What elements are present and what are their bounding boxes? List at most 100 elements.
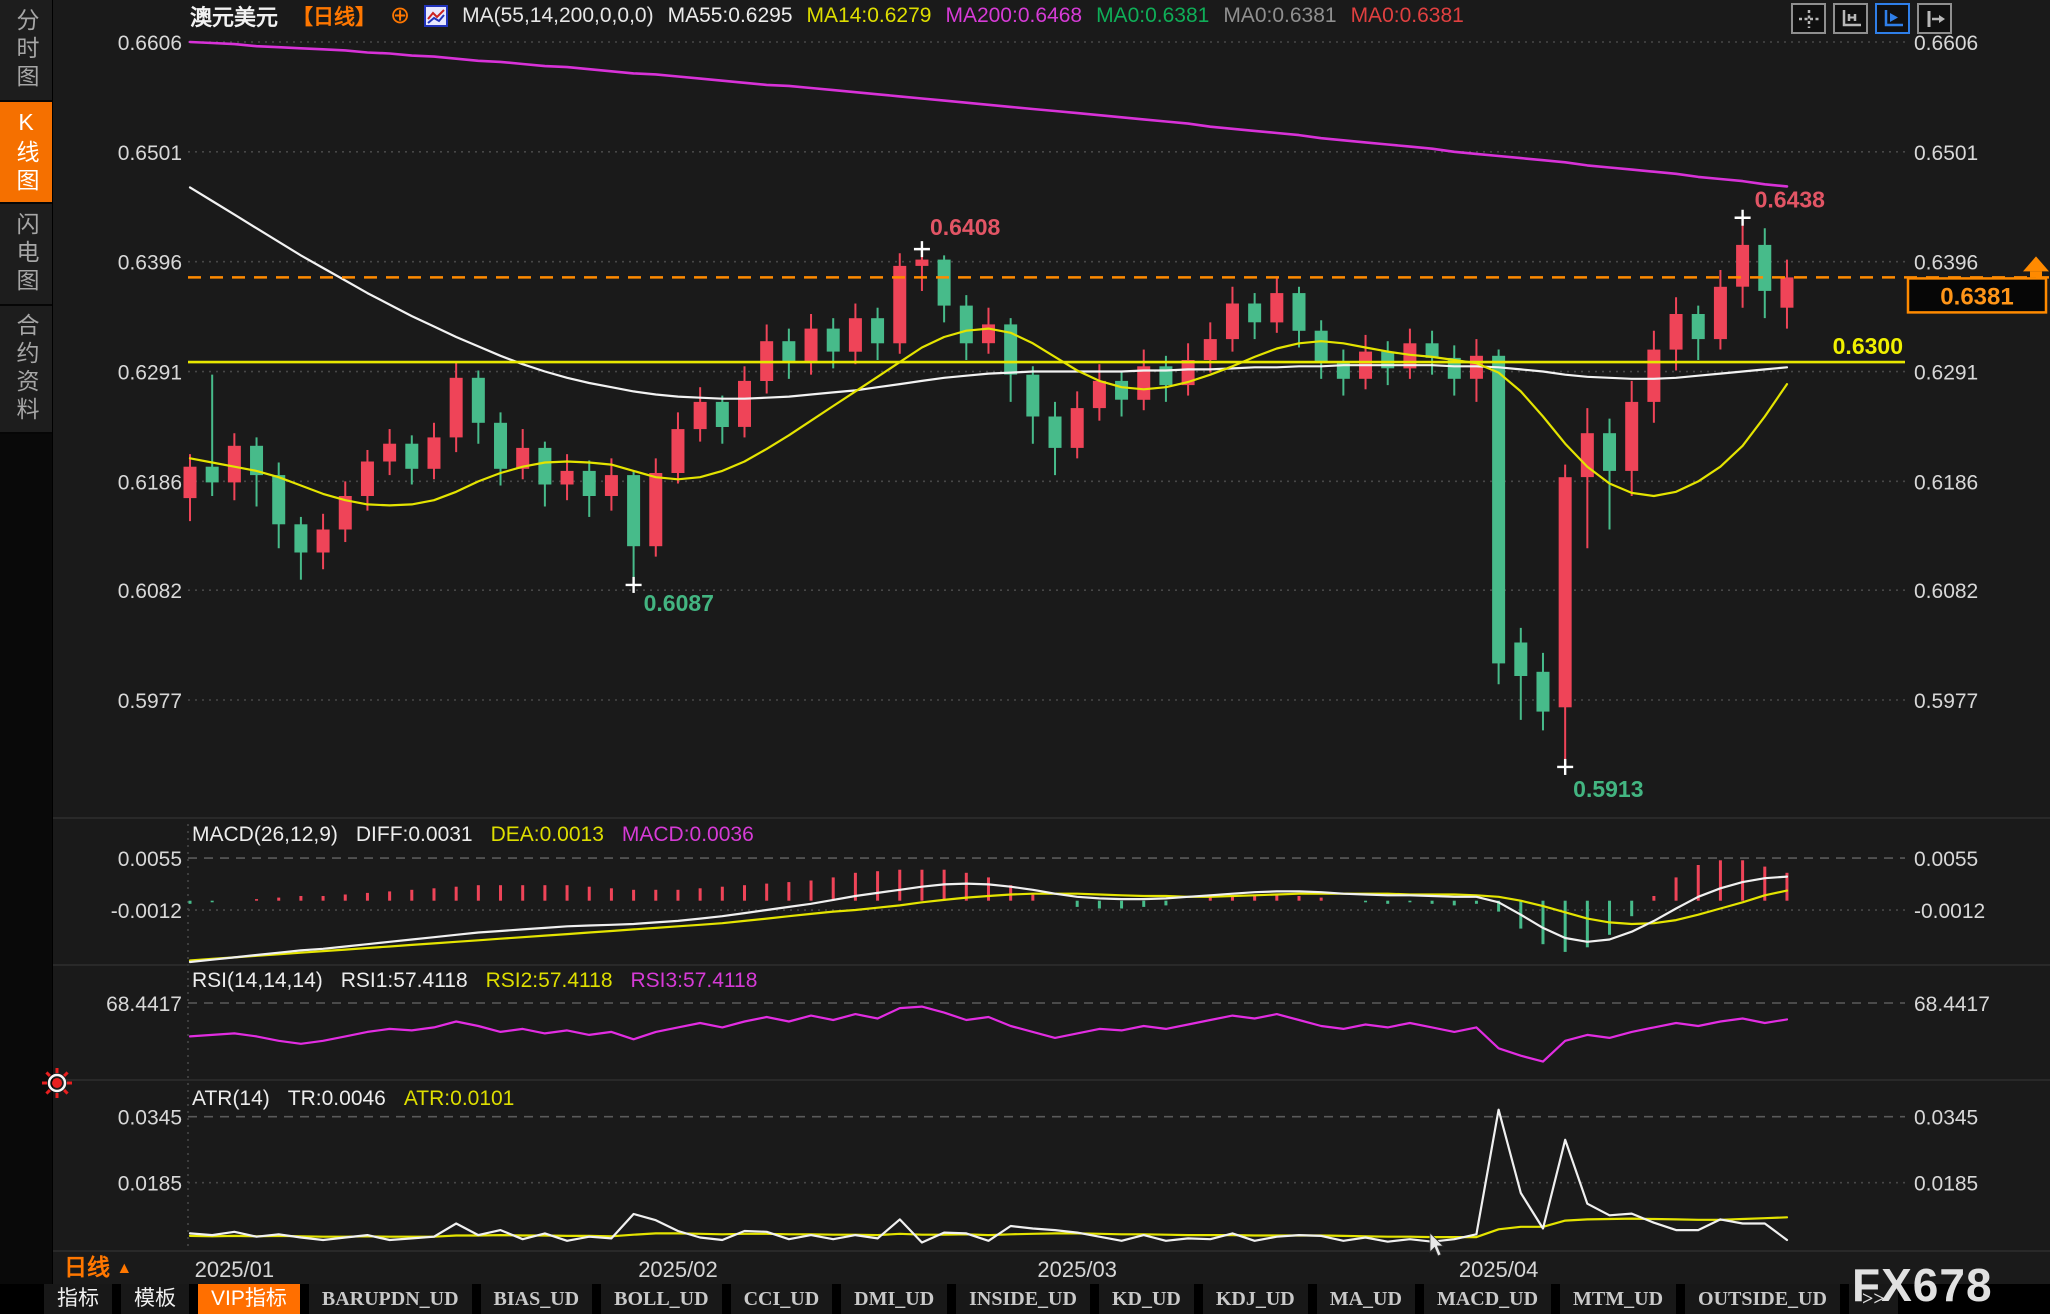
- indicator-tab-12[interactable]: MACD_UD: [1424, 1284, 1551, 1314]
- atr-values: TR:0.0046 ATR:0.0101: [288, 1087, 515, 1111]
- ma-value-1: MA14:0.6279: [807, 4, 932, 28]
- watermark: FX678: [1852, 1258, 1993, 1312]
- chart-text: 2025/02: [638, 1257, 718, 1282]
- atr-title: ATR(14): [192, 1087, 270, 1111]
- indicator-tab-1[interactable]: 模板: [121, 1284, 189, 1314]
- chart-text: 0.6186: [1914, 471, 1978, 494]
- chart-text: 0.0345: [1914, 1107, 1978, 1130]
- move-crosshair-icon[interactable]: [1791, 3, 1826, 34]
- alert-sun-icon[interactable]: [42, 1068, 72, 1103]
- chart-text: 68.4417: [1914, 993, 1990, 1016]
- mini-chart-icon[interactable]: [424, 4, 448, 28]
- indicator-tab-11[interactable]: MA_UD: [1317, 1284, 1415, 1314]
- chart-canvas[interactable]: 0.6606 0.6606 0.6501 0.6501 0.6396 0.6396 0.62…: [0, 0, 2050, 1314]
- ma-value-3: MA0:0.6381: [1096, 4, 1209, 28]
- chart-text: 0.0345: [118, 1107, 182, 1130]
- ma-value-4: MA0:0.6381: [1223, 4, 1336, 28]
- chart-text: 0.6291: [118, 362, 182, 385]
- rsi-title: RSI(14,14,14): [192, 969, 323, 993]
- ma-settings: MA(55,14,200,0,0,0): [462, 4, 653, 28]
- circle-plus-icon[interactable]: ⊕: [390, 5, 410, 27]
- chart-text: 68.4417: [106, 993, 182, 1016]
- indicator-tab-7[interactable]: DMI_UD: [841, 1284, 947, 1314]
- chart-text: 2025/04: [1459, 1257, 1539, 1282]
- chart-text: 2025/03: [1037, 1257, 1117, 1282]
- atr-label-1: ATR:0.0101: [404, 1087, 515, 1111]
- ma-value-0: MA55:0.6295: [668, 4, 793, 28]
- trading-app-window: 0.6606 0.6606 0.6501 0.6501 0.6396 0.6396 0.62…: [0, 0, 2050, 1314]
- chart-text: 0.6408: [930, 214, 1001, 240]
- chart-header: 澳元美元 【日线】 ⊕ MA(55,14,200,0,0,0) MA55:0.6…: [190, 0, 1464, 31]
- sidebar-item-label: K线图: [9, 109, 43, 196]
- chart-text: 0.6082: [118, 580, 182, 603]
- indicator-tab-3[interactable]: BARUPDN_UD: [309, 1284, 472, 1314]
- macd-label-0: DIFF:0.0031: [356, 823, 473, 847]
- timeframe-caret-icon: ▲: [116, 1260, 132, 1277]
- chart-toolbar: [1791, 3, 1952, 34]
- atr-header-row: ATR(14) TR:0.0046 ATR:0.0101: [192, 1086, 514, 1112]
- chart-text: 0.5913: [1573, 776, 1643, 802]
- period-tag: 【日线】: [292, 1, 376, 31]
- rsi-values: RSI1:57.4118 RSI2:57.4118 RSI3:57.4118: [341, 969, 758, 993]
- macd-label-2: MACD:0.0036: [622, 823, 754, 847]
- indicator-tab-2[interactable]: VIP指标: [198, 1284, 300, 1314]
- macd-header-row: MACD(26,12,9) DIFF:0.0031 DEA:0.0013 MACD:…: [192, 822, 754, 848]
- chart-text: 0.6082: [1914, 580, 1978, 603]
- chart-text: -0.0012: [111, 900, 182, 923]
- sidebar-item-1[interactable]: K线图: [0, 102, 52, 204]
- indicator-tab-4[interactable]: BIAS_UD: [481, 1284, 593, 1314]
- chart-text: 0.6501: [1914, 142, 1978, 165]
- indicator-tab-9[interactable]: KD_UD: [1099, 1284, 1194, 1314]
- macd-label-1: DEA:0.0013: [491, 823, 604, 847]
- chart-text: 0.5977: [1914, 690, 1978, 713]
- chart-text: 0.6291: [1914, 362, 1978, 385]
- sidebar-item-3[interactable]: 合约资料: [0, 306, 52, 434]
- chart-text: 0.6606: [118, 32, 182, 55]
- indicator-tab-0[interactable]: 指标: [44, 1284, 112, 1314]
- timeframe-label: 日线: [64, 1254, 110, 1280]
- sidebar-item-label: 分时图: [9, 8, 43, 92]
- indicator-tab-8[interactable]: INSIDE_UD: [956, 1284, 1090, 1314]
- indicator-tab-14[interactable]: OUTSIDE_UD: [1685, 1284, 1840, 1314]
- chart-text: 0.6501: [118, 142, 182, 165]
- axis-scale-icon[interactable]: [1833, 3, 1868, 34]
- chart-text: 0.6300: [1833, 333, 1903, 359]
- indicator-tab-5[interactable]: BOLL_UD: [601, 1284, 721, 1314]
- sidebar-item-2[interactable]: 闪电图: [0, 204, 52, 306]
- symbol-title: 澳元美元: [190, 0, 278, 32]
- indicator-tab-bar: 指标模板 VIP指标 BARUPDN_UD BIAS_UD BOLL_UD CCI_UD D…: [0, 1284, 2050, 1314]
- chart-text: 0.0185: [1914, 1173, 1978, 1196]
- macd-values: DIFF:0.0031 DEA:0.0013 MACD:0.0036: [356, 823, 754, 847]
- indicator-tab-6[interactable]: CCI_UD: [731, 1284, 833, 1314]
- axis-play-icon[interactable]: [1875, 3, 1910, 34]
- chart-text: 0.6396: [1914, 252, 1978, 275]
- macd-title: MACD(26,12,9): [192, 823, 338, 847]
- atr-label-0: TR:0.0046: [288, 1087, 386, 1111]
- chart-text: 0.6381: [1940, 283, 2013, 310]
- rsi-label-2: RSI3:57.4118: [631, 969, 758, 993]
- chart-text: 0.0055: [118, 848, 182, 871]
- chart-text: 2025/01: [195, 1257, 275, 1282]
- rsi-label-1: RSI2:57.4118: [486, 969, 613, 993]
- chart-text: 0.6186: [118, 471, 182, 494]
- rsi-header-row: RSI(14,14,14) RSI1:57.4118RSI2:57.4118RS…: [192, 968, 757, 994]
- chart-text: 0.6087: [644, 590, 714, 616]
- sidebar-item-0[interactable]: 分时图: [0, 0, 52, 102]
- chart-text: 0.0185: [118, 1173, 182, 1196]
- sidebar-item-label: 闪电图: [9, 212, 43, 296]
- chart-text: 0.6438: [1755, 187, 1826, 213]
- chart-text: 0.0055: [1914, 848, 1978, 871]
- sidebar-item-label: 合约资料: [9, 313, 43, 425]
- indicator-tab-10[interactable]: KDJ_UD: [1203, 1284, 1308, 1314]
- rsi-label-0: RSI1:57.4118: [341, 969, 468, 993]
- shift-right-icon[interactable]: [1917, 3, 1952, 34]
- indicator-tab-13[interactable]: MTM_UD: [1560, 1284, 1676, 1314]
- timeframe-selector[interactable]: 日线 ▲: [64, 1253, 132, 1281]
- chart-text: -0.0012: [1914, 900, 1985, 923]
- ma-value-5: MA0:0.6381: [1351, 4, 1464, 28]
- chart-text: 0.6396: [118, 252, 182, 275]
- chart-text: 0.5977: [118, 690, 182, 713]
- ma-values: MA55:0.6295 MA14:0.6279 MA200:0.6468 MA0:0.…: [668, 4, 1464, 28]
- chart-text: 0.6606: [1914, 32, 1978, 55]
- ma-value-2: MA200:0.6468: [945, 4, 1082, 28]
